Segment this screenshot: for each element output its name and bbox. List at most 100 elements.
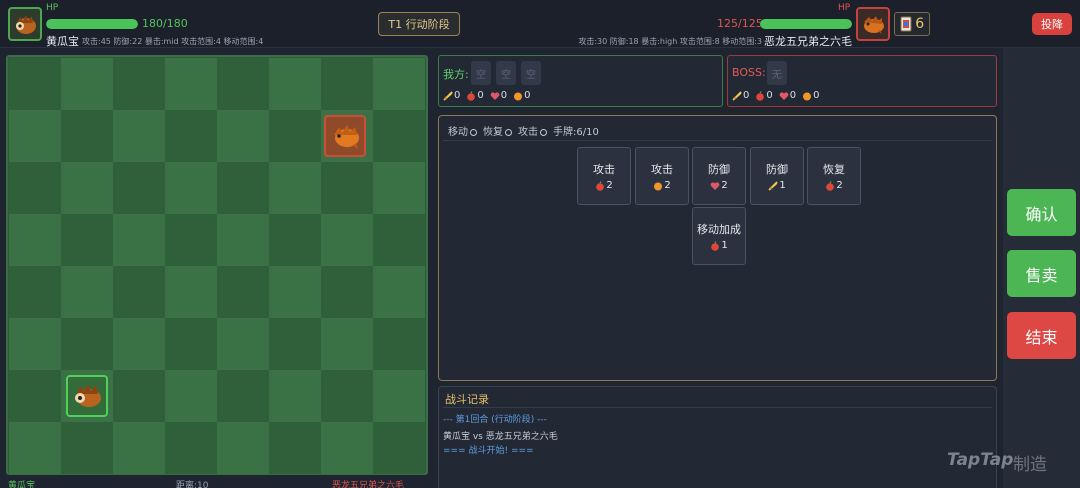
apple-icon xyxy=(756,90,765,101)
board-cell[interactable] xyxy=(9,370,61,422)
board-cell[interactable] xyxy=(321,370,373,422)
board-cell[interactable] xyxy=(373,370,425,422)
board-cell[interactable] xyxy=(61,318,113,370)
board-cell[interactable] xyxy=(373,318,425,370)
board-cell[interactable] xyxy=(217,370,269,422)
boss-resource-sword: 0 xyxy=(732,90,749,101)
board-cell[interactable] xyxy=(269,58,321,110)
orange-icon xyxy=(803,92,812,100)
board-cell[interactable] xyxy=(61,422,113,474)
board-cell[interactable] xyxy=(373,266,425,318)
hand-panel: 移动 恢复 攻击 手牌:6/10 攻击 2 攻击 2 防御 2 防御 1 恢复 … xyxy=(438,115,997,381)
player-piece[interactable] xyxy=(66,375,108,417)
my-panel-title: 我方: xyxy=(443,68,469,81)
my-slot[interactable]: 空 xyxy=(496,61,516,85)
board-cell[interactable] xyxy=(269,110,321,162)
board-cell[interactable] xyxy=(113,162,165,214)
board-cell[interactable] xyxy=(61,162,113,214)
board-cell[interactable] xyxy=(269,162,321,214)
hand-card[interactable]: 防御 1 xyxy=(750,147,804,205)
confirm-button[interactable]: 确认 xyxy=(1007,189,1076,236)
board-cell[interactable] xyxy=(321,422,373,474)
board-cell[interactable] xyxy=(113,58,165,110)
board-cell[interactable] xyxy=(217,214,269,266)
card-deck[interactable]: 6 xyxy=(894,12,930,36)
hand-card[interactable]: 恢复 2 xyxy=(807,147,861,205)
attack-status: 攻击 xyxy=(518,123,547,138)
apple-icon xyxy=(711,240,720,251)
board-cell[interactable] xyxy=(165,370,217,422)
board-cell[interactable] xyxy=(217,162,269,214)
board-cell[interactable] xyxy=(9,110,61,162)
board-cell[interactable] xyxy=(113,370,165,422)
sell-button[interactable]: 售卖 xyxy=(1007,250,1076,297)
board-cell[interactable] xyxy=(217,266,269,318)
attack-status-dot-icon xyxy=(540,129,547,136)
board-cell[interactable] xyxy=(269,318,321,370)
my-resource-sword: 0 xyxy=(443,90,460,101)
board-cell[interactable] xyxy=(113,214,165,266)
board-cell[interactable] xyxy=(321,318,373,370)
board-cell[interactable] xyxy=(165,162,217,214)
boss-hp-label: HP xyxy=(838,3,851,13)
board-cell[interactable] xyxy=(321,266,373,318)
board-cell[interactable] xyxy=(217,318,269,370)
board-cell[interactable] xyxy=(113,422,165,474)
log-line: 黄瓜宝 vs 恶龙五兄弟之六毛 xyxy=(443,432,558,442)
hand-header: 移动 恢复 攻击 手牌:6/10 xyxy=(448,123,599,138)
boss-name: 恶龙五兄弟之六毛 xyxy=(764,35,852,48)
board-cell[interactable] xyxy=(321,162,373,214)
board-cell[interactable] xyxy=(373,214,425,266)
boss-avatar[interactable] xyxy=(856,7,890,41)
hand-card[interactable]: 防御 2 xyxy=(692,147,746,205)
surrender-button[interactable]: 投降 xyxy=(1032,13,1072,35)
battle-log-panel[interactable]: 战斗记录 --- 第1回合 (行动阶段) --- 黄瓜宝 vs 恶龙五兄弟之六毛… xyxy=(438,386,997,488)
board-cell[interactable] xyxy=(165,422,217,474)
board-cell[interactable] xyxy=(9,266,61,318)
hand-card[interactable]: 攻击 2 xyxy=(635,147,689,205)
board-cell[interactable] xyxy=(321,58,373,110)
board-cell[interactable] xyxy=(61,266,113,318)
board-cell[interactable] xyxy=(269,266,321,318)
hand-card[interactable]: 攻击 2 xyxy=(577,147,631,205)
board-cell[interactable] xyxy=(217,58,269,110)
board-cell[interactable] xyxy=(321,214,373,266)
board-cell[interactable] xyxy=(373,422,425,474)
board-cell[interactable] xyxy=(269,214,321,266)
hand-card[interactable]: 移动加成 1 xyxy=(692,207,746,265)
board-cell[interactable] xyxy=(373,162,425,214)
board-cell[interactable] xyxy=(61,58,113,110)
boss-resources: 0 0 0 0 xyxy=(732,90,820,101)
move-status-dot-icon xyxy=(470,129,477,136)
board-cell[interactable] xyxy=(165,266,217,318)
board-cell[interactable] xyxy=(9,318,61,370)
board-cell[interactable] xyxy=(165,318,217,370)
phase-indicator[interactable]: T1 行动阶段 xyxy=(378,12,460,36)
board-cell[interactable] xyxy=(217,422,269,474)
board-cell[interactable] xyxy=(373,58,425,110)
board-cell[interactable] xyxy=(61,110,113,162)
board-cell[interactable] xyxy=(9,214,61,266)
end-turn-button[interactable]: 结束 xyxy=(1007,312,1076,359)
board-cell[interactable] xyxy=(269,370,321,422)
board-cell[interactable] xyxy=(217,110,269,162)
board-cell[interactable] xyxy=(165,214,217,266)
boss-piece[interactable] xyxy=(324,115,366,157)
boss-slot[interactable]: 无 xyxy=(767,61,787,85)
board-cell[interactable] xyxy=(9,162,61,214)
board-cell[interactable] xyxy=(113,110,165,162)
board-cell[interactable] xyxy=(373,110,425,162)
board-cell[interactable] xyxy=(9,58,61,110)
board-cell[interactable] xyxy=(113,318,165,370)
deck-count: 6 xyxy=(915,16,925,32)
board-cell[interactable] xyxy=(113,266,165,318)
player-name: 黄瓜宝 xyxy=(46,35,79,48)
board-cell[interactable] xyxy=(61,214,113,266)
my-slot[interactable]: 空 xyxy=(471,61,491,85)
player-avatar[interactable] xyxy=(8,7,42,41)
board-cell[interactable] xyxy=(165,58,217,110)
board-cell[interactable] xyxy=(269,422,321,474)
my-slot[interactable]: 空 xyxy=(521,61,541,85)
board-cell[interactable] xyxy=(9,422,61,474)
board-cell[interactable] xyxy=(165,110,217,162)
